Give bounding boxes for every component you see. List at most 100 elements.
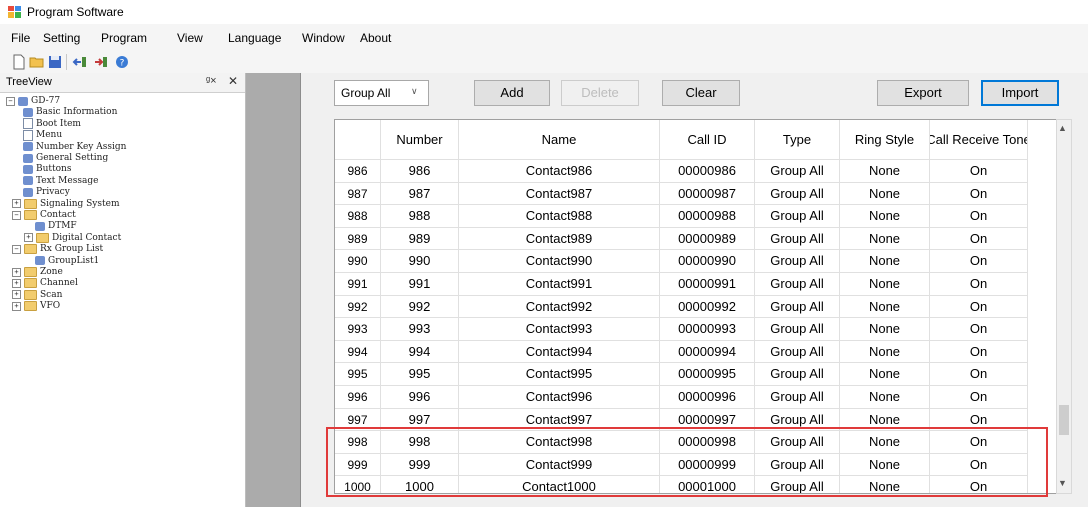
menu-language[interactable]: Language xyxy=(228,31,281,45)
help-icon[interactable]: ? xyxy=(114,54,130,70)
table-cell[interactable]: Contact996 xyxy=(459,386,660,409)
row-header[interactable]: 1000 xyxy=(335,476,381,493)
table-cell[interactable]: On xyxy=(930,363,1028,386)
table-cell[interactable]: 00000995 xyxy=(660,363,755,386)
table-cell[interactable]: 987 xyxy=(381,182,459,206)
table-cell[interactable]: 990 xyxy=(381,250,459,273)
expand-icon[interactable]: + xyxy=(24,233,33,243)
table-cell[interactable]: Contact990 xyxy=(459,250,660,273)
table-cell[interactable]: Contact1000 xyxy=(459,476,660,493)
column-header[interactable]: Ring Style xyxy=(840,120,930,160)
tree-item[interactable]: + Scan xyxy=(12,289,62,301)
table-cell[interactable]: 00000991 xyxy=(660,273,755,296)
table-cell[interactable]: On xyxy=(930,431,1028,454)
menu-setting[interactable]: Setting xyxy=(43,31,80,45)
table-cell[interactable]: 00000999 xyxy=(660,453,755,477)
table-cell[interactable]: Group All xyxy=(755,205,840,228)
table-cell[interactable]: Group All xyxy=(755,295,840,319)
scroll-thumb[interactable] xyxy=(1059,405,1069,435)
table-cell[interactable]: Group All xyxy=(755,476,840,493)
table-cell[interactable]: 993 xyxy=(381,318,459,341)
clear-button[interactable]: Clear xyxy=(662,80,740,106)
row-header[interactable]: 989 xyxy=(335,227,381,251)
menu-file[interactable]: File xyxy=(11,31,30,45)
delete-button[interactable]: Delete xyxy=(561,80,639,106)
row-header[interactable]: 998 xyxy=(335,431,381,454)
table-cell[interactable]: 998 xyxy=(381,431,459,454)
table-cell[interactable]: Group All xyxy=(755,227,840,251)
table-cell[interactable]: On xyxy=(930,318,1028,341)
table-cell[interactable]: 00000988 xyxy=(660,205,755,228)
table-cell[interactable]: Contact993 xyxy=(459,318,660,341)
table-cell[interactable]: None xyxy=(840,318,930,341)
tree-item[interactable]: − Rx Group List xyxy=(12,243,103,255)
tree-item[interactable]: − GD-77 xyxy=(6,95,60,107)
table-cell[interactable]: Contact998 xyxy=(459,431,660,454)
table-cell[interactable]: None xyxy=(840,340,930,364)
table-cell[interactable]: Contact997 xyxy=(459,408,660,432)
table-cell[interactable]: None xyxy=(840,160,930,183)
collapse-icon[interactable]: − xyxy=(12,244,21,254)
row-header[interactable]: 992 xyxy=(335,295,381,319)
table-cell[interactable]: 00000992 xyxy=(660,295,755,319)
column-header[interactable]: Number xyxy=(381,120,459,160)
collapse-icon[interactable]: − xyxy=(12,210,21,220)
row-header[interactable]: 991 xyxy=(335,273,381,296)
row-header[interactable]: 994 xyxy=(335,340,381,364)
table-cell[interactable]: 00000996 xyxy=(660,386,755,409)
scroll-up-icon[interactable]: ▲ xyxy=(1058,123,1067,133)
table-cell[interactable]: 995 xyxy=(381,363,459,386)
table-cell[interactable]: Group All xyxy=(755,431,840,454)
table-cell[interactable]: 00000990 xyxy=(660,250,755,273)
table-cell[interactable]: 00000989 xyxy=(660,227,755,251)
table-cell[interactable]: 994 xyxy=(381,340,459,364)
menu-window[interactable]: Window xyxy=(302,31,345,45)
row-header[interactable]: 997 xyxy=(335,408,381,432)
table-cell[interactable]: Group All xyxy=(755,318,840,341)
vertical-scrollbar[interactable]: ▲ ▼ xyxy=(1056,119,1072,494)
column-header[interactable]: Call Receive Tone xyxy=(930,120,1028,160)
table-cell[interactable]: Contact988 xyxy=(459,205,660,228)
table-cell[interactable]: On xyxy=(930,408,1028,432)
expand-icon[interactable]: + xyxy=(12,199,21,209)
tree-item[interactable]: Menu xyxy=(12,129,62,141)
row-header[interactable]: 987 xyxy=(335,182,381,206)
tree-item[interactable]: GroupList1 xyxy=(24,255,99,267)
table-cell[interactable]: Group All xyxy=(755,453,840,477)
tree-item[interactable]: + Channel xyxy=(12,277,78,289)
table-cell[interactable]: None xyxy=(840,250,930,273)
tree-item[interactable]: Privacy xyxy=(12,186,70,198)
table-cell[interactable]: Contact987 xyxy=(459,182,660,206)
table-cell[interactable]: None xyxy=(840,363,930,386)
table-cell[interactable]: Group All xyxy=(755,386,840,409)
tree-item[interactable]: Boot Item xyxy=(12,118,81,130)
column-header[interactable]: Call ID xyxy=(660,120,755,160)
tree-item[interactable]: + Digital Contact xyxy=(24,232,121,244)
tree-item[interactable]: DTMF xyxy=(24,220,77,232)
row-header[interactable]: 995 xyxy=(335,363,381,386)
table-cell[interactable]: Contact989 xyxy=(459,227,660,251)
table-cell[interactable]: 988 xyxy=(381,205,459,228)
table-cell[interactable]: Group All xyxy=(755,250,840,273)
expand-icon[interactable]: + xyxy=(12,278,21,288)
tree-item[interactable]: General Setting xyxy=(12,152,108,164)
table-cell[interactable]: Contact995 xyxy=(459,363,660,386)
table-cell[interactable]: On xyxy=(930,476,1028,493)
tree-item[interactable]: + Signaling System xyxy=(12,198,120,210)
table-cell[interactable]: None xyxy=(840,295,930,319)
add-button[interactable]: Add xyxy=(474,80,550,106)
table-cell[interactable]: 00000987 xyxy=(660,182,755,206)
menu-program[interactable]: Program xyxy=(101,31,147,45)
table-cell[interactable]: On xyxy=(930,273,1028,296)
table-cell[interactable]: 00000986 xyxy=(660,160,755,183)
tree-item[interactable]: Number Key Assign xyxy=(12,141,126,153)
table-cell[interactable]: Group All xyxy=(755,408,840,432)
import-button[interactable]: Import xyxy=(981,80,1059,106)
table-cell[interactable]: Group All xyxy=(755,273,840,296)
save-icon[interactable] xyxy=(47,54,63,70)
table-cell[interactable]: 999 xyxy=(381,453,459,477)
table-cell[interactable]: 997 xyxy=(381,408,459,432)
table-cell[interactable]: On xyxy=(930,386,1028,409)
table-cell[interactable]: None xyxy=(840,386,930,409)
row-header[interactable]: 988 xyxy=(335,205,381,228)
